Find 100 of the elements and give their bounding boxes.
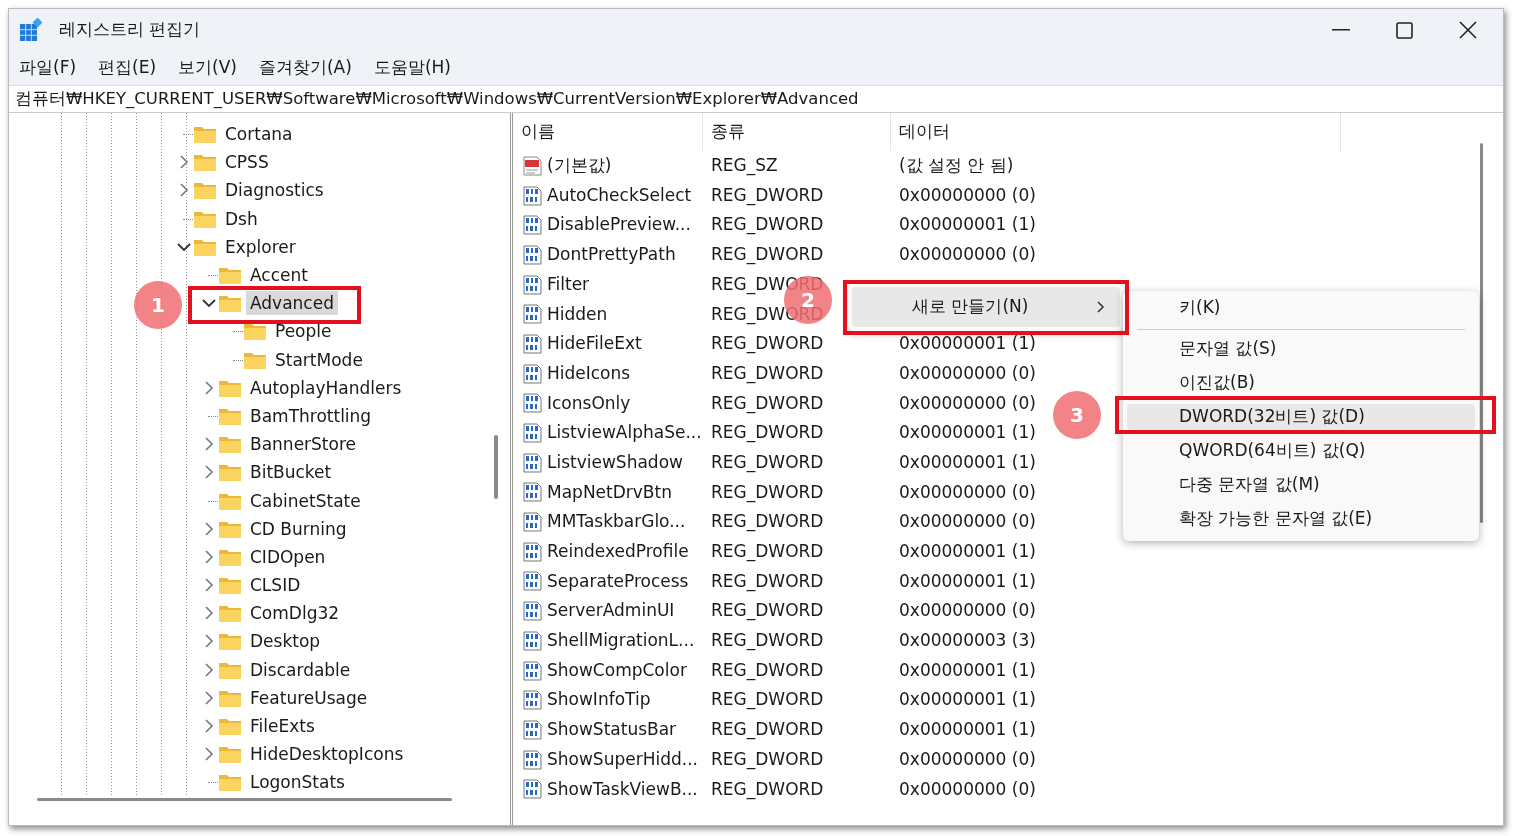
tree-item[interactable]: Accent: [246, 263, 312, 288]
tree-item[interactable]: LogonStats: [246, 770, 349, 795]
column-header[interactable]: 데이터: [891, 113, 1341, 151]
tree-item[interactable]: BannerStore: [246, 432, 360, 457]
menu-item[interactable]: DWORD(32비트) 값(D): [1127, 404, 1475, 430]
binary-value-icon: [522, 748, 543, 771]
scrollbar-thumb[interactable]: [1480, 143, 1483, 523]
binary-value-icon: [522, 629, 543, 652]
minimize-icon[interactable]: [1332, 29, 1350, 31]
value-name[interactable]: MapNetDrvBtn: [547, 479, 672, 506]
tree-item[interactable]: AutoplayHandlers: [246, 375, 406, 400]
value-type: REG_SZ: [710, 154, 779, 178]
tree-item[interactable]: Diagnostics: [221, 178, 328, 203]
value-name[interactable]: ShowInfoTip: [547, 687, 651, 713]
value-name[interactable]: DisablePreview...: [547, 212, 691, 238]
tree-item[interactable]: Cortana: [221, 122, 297, 147]
value-data: 0x00000001 (1): [898, 213, 1036, 237]
binary-value-icon: [522, 303, 543, 326]
value-type: REG_DWORD: [710, 243, 825, 267]
value-name[interactable]: ServerAdminUI: [547, 598, 675, 624]
tree-item[interactable]: StartMode: [271, 347, 367, 372]
value-name[interactable]: ReindexedProfile: [547, 539, 689, 565]
tree-item[interactable]: Desktop: [246, 629, 325, 654]
menu-item[interactable]: 새로 만들기(N): [852, 287, 1120, 327]
value-name[interactable]: Filter: [547, 271, 590, 298]
registry-icon: [19, 18, 43, 42]
value-name[interactable]: IconsOnly: [547, 390, 631, 417]
binary-value-icon: [522, 392, 543, 415]
address-bar[interactable]: 컴퓨터₩HKEY_CURRENT_USER₩Software₩Microsoft₩Windows₩CurrentVersion₩Explorer₩Advanced: [9, 85, 1503, 113]
column-header[interactable]: 종류: [703, 113, 891, 151]
value-name[interactable]: DontPrettyPath: [547, 242, 676, 268]
value-type: REG_DWORD: [710, 777, 825, 802]
value-type: REG_DWORD: [710, 510, 825, 534]
value-data: 0x00000001 (1): [898, 718, 1036, 742]
tree-item[interactable]: Discardable: [246, 657, 355, 682]
binary-value-icon: [522, 570, 543, 593]
tree-item[interactable]: CLSID: [246, 573, 305, 598]
value-type: REG_DWORD: [710, 361, 825, 386]
value-data: 0x00000000 (0): [898, 777, 1036, 801]
value-name[interactable]: ListviewAlphaSe...: [547, 420, 702, 446]
menu-item[interactable]: 키(K): [1127, 295, 1475, 321]
value-name[interactable]: ShowCompColor: [547, 657, 687, 684]
tree-item[interactable]: Explorer: [221, 234, 300, 259]
value-name[interactable]: ShowTaskViewB...: [547, 776, 698, 803]
tree-item[interactable]: CabinetState: [246, 488, 365, 513]
value-type: REG_DWORD: [710, 569, 825, 594]
binary-value-icon: [522, 273, 543, 296]
value-type: REG_DWORD: [710, 658, 825, 683]
value-name[interactable]: AutoCheckSelect: [547, 182, 692, 209]
value-name[interactable]: HideFileExt: [547, 331, 642, 357]
menu-item[interactable]: 이진값(B): [1127, 370, 1475, 396]
value-data: 0x00000000 (0): [898, 747, 1036, 771]
value-data: 0x00000003 (3): [898, 629, 1036, 653]
tree-item[interactable]: Dsh: [221, 206, 262, 231]
menu-item[interactable]: 도움말(H): [373, 53, 451, 83]
value-name[interactable]: ShellMigrationL...: [547, 628, 695, 654]
value-data: 0x00000001 (1): [898, 332, 1036, 356]
tree-item[interactable]: People: [271, 319, 336, 344]
tree-item[interactable]: HideDesktopIcons: [246, 742, 408, 767]
value-name[interactable]: HideIcons: [547, 360, 631, 387]
value-name[interactable]: Hidden: [547, 301, 608, 328]
value-data: 0x00000001 (1): [898, 450, 1036, 474]
value-data: 0x00000000 (0): [898, 361, 1036, 385]
tree-item[interactable]: ComDlg32: [246, 601, 344, 626]
tree-item[interactable]: CD Burning: [246, 516, 351, 541]
menu-item[interactable]: 보기(V): [178, 53, 237, 83]
value-name[interactable]: ListviewShadow: [547, 449, 683, 476]
menu-item[interactable]: QWORD(64비트) 값(Q): [1127, 438, 1475, 464]
tree-item[interactable]: CIDOpen: [246, 544, 330, 569]
scrollbar-thumb[interactable]: [37, 798, 452, 801]
value-name[interactable]: ShowStatusBar: [547, 717, 677, 743]
binary-value-icon: [522, 362, 543, 385]
tree-item[interactable]: Advanced: [246, 291, 338, 316]
value-name[interactable]: MMTaskbarGlo...: [547, 509, 686, 535]
menu-item[interactable]: 다중 문자열 값(M): [1127, 472, 1475, 498]
value-name[interactable]: ShowSuperHidd...: [547, 746, 698, 773]
menu-item[interactable]: 파일(F): [19, 53, 77, 83]
close-icon[interactable]: [1459, 21, 1477, 39]
menu-item[interactable]: 편집(E): [98, 53, 157, 83]
tree-item[interactable]: BamThrottling: [246, 403, 376, 428]
tree-item[interactable]: BitBucket: [246, 460, 336, 485]
column-header[interactable]: 이름: [513, 113, 703, 151]
value-data: 0x00000000 (0): [898, 243, 1036, 267]
string-value-icon: [522, 154, 543, 177]
tree-item[interactable]: CPSS: [221, 150, 273, 175]
value-data: 0x00000000 (0): [898, 599, 1036, 623]
value-name[interactable]: (기본값): [547, 153, 612, 179]
scrollbar-thumb[interactable]: [494, 435, 498, 499]
menu-item[interactable]: 즐겨찾기(A): [258, 53, 352, 83]
value-name[interactable]: SeparateProcess: [547, 568, 689, 595]
tree-item[interactable]: FileExts: [246, 714, 319, 739]
tree-item[interactable]: FeatureUsage: [246, 685, 372, 710]
binary-value-icon: [522, 600, 543, 623]
value-type: REG_DWORD: [710, 213, 825, 237]
binary-value-icon: [522, 689, 543, 712]
binary-value-icon: [522, 243, 543, 266]
maximize-icon[interactable]: [1396, 21, 1413, 39]
menu-item[interactable]: 확장 가능한 문자열 값(E): [1127, 506, 1475, 532]
value-data: 0x00000001 (1): [898, 540, 1036, 564]
menu-item[interactable]: 문자열 값(S): [1127, 336, 1475, 362]
